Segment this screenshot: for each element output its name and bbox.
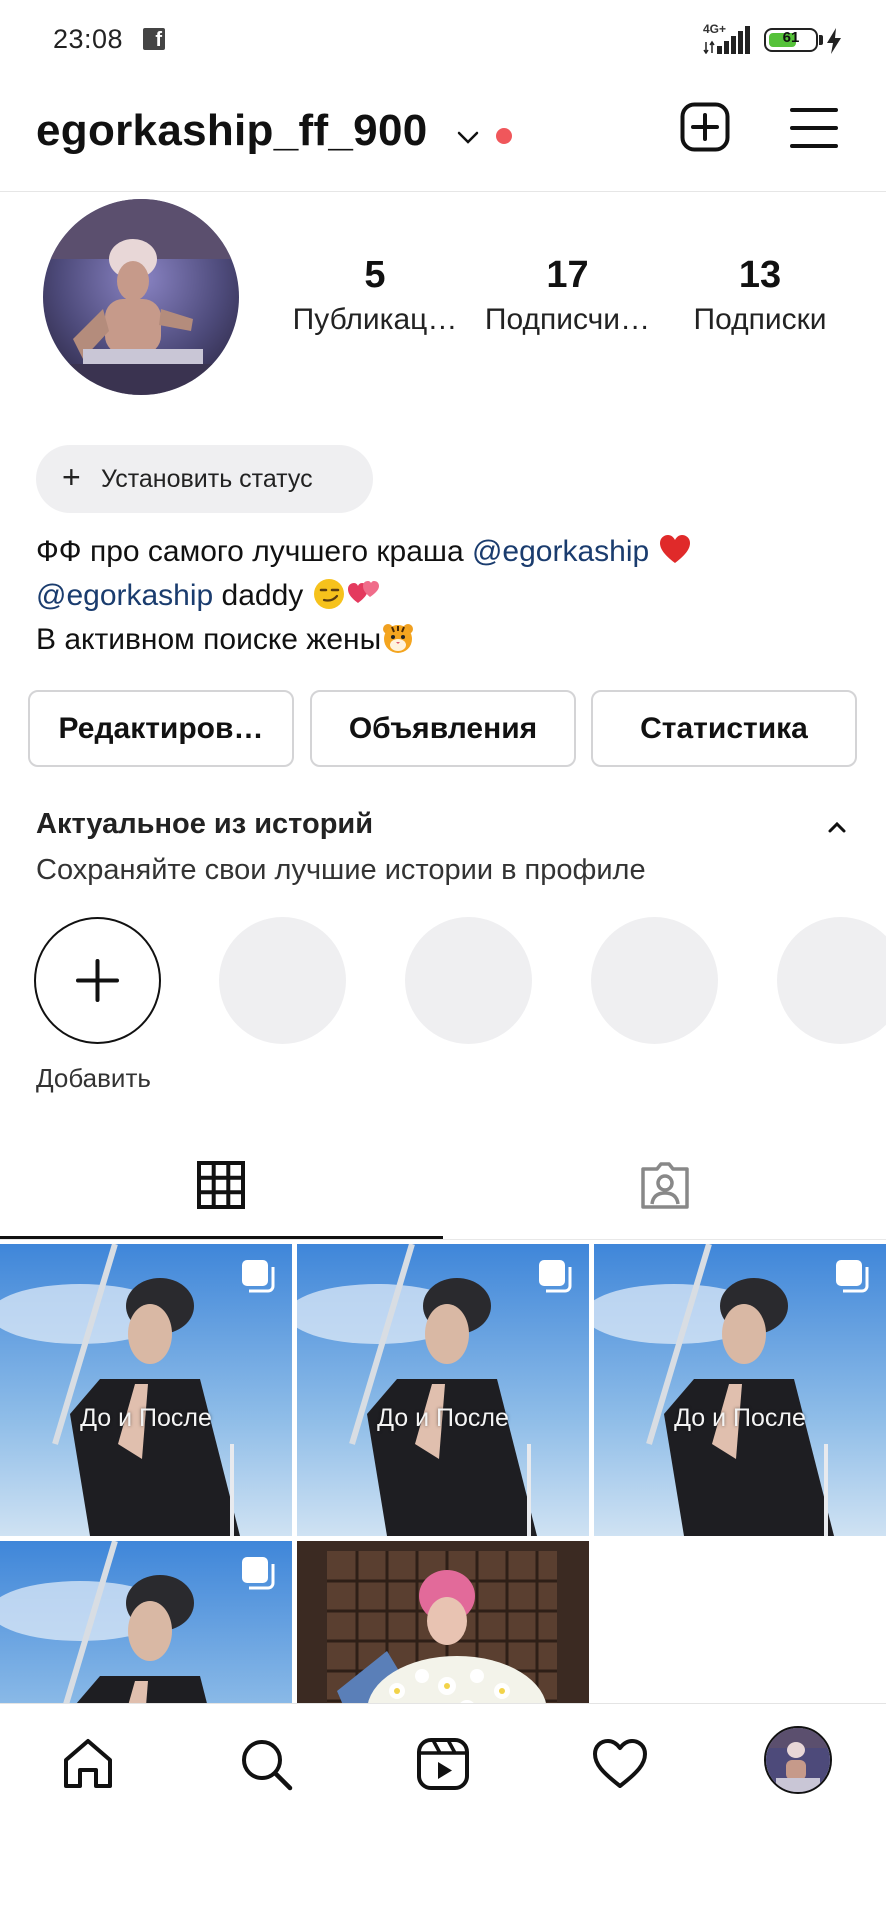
post-thumbnail[interactable]: До и После [0, 1244, 292, 1536]
battery-icon: 61 [764, 28, 818, 52]
add-highlight-button[interactable] [34, 917, 161, 1044]
charging-icon [827, 28, 841, 54]
followers-count-value: 17 [546, 254, 589, 296]
plus-icon: + [62, 459, 81, 495]
plus-icon [76, 959, 119, 1002]
highlight-placeholder [591, 917, 718, 1044]
posts-count-value: 5 [364, 254, 386, 296]
followers-count-label: Подписчи… [484, 303, 651, 336]
highlight-placeholder [405, 917, 532, 1044]
carousel-icon [242, 1557, 275, 1590]
menu-icon[interactable] [790, 106, 838, 150]
set-status-button[interactable]: + Установить статус [36, 445, 373, 513]
avatar-image [43, 199, 239, 395]
grid-icon [197, 1161, 245, 1209]
post-caption: До и После [377, 1404, 509, 1432]
following-count-value: 13 [738, 254, 782, 296]
post-caption: До и После [674, 1404, 806, 1432]
avatar-image [766, 1728, 830, 1792]
chevron-up-icon[interactable] [822, 812, 852, 842]
profile-bio: ФФ про самого лучшего краша @egorkaship … [36, 530, 856, 662]
carousel-icon [242, 1260, 275, 1293]
carousel-icon [836, 1260, 869, 1293]
post-caption: До и После [80, 1404, 212, 1432]
highlight-placeholder [777, 917, 886, 1044]
signal-icon [703, 26, 750, 54]
red-heart-emoji-icon [659, 535, 690, 563]
facebook-icon: f [143, 28, 165, 50]
tiger-emoji-icon [383, 624, 414, 653]
post-thumbnail[interactable]: До и После [594, 1244, 886, 1536]
battery-level: 61 [782, 29, 800, 46]
bio-mention[interactable]: @egorkaship [472, 535, 649, 568]
set-status-label: Установить статус [101, 465, 313, 493]
battery-cap [819, 35, 823, 45]
search-icon[interactable] [236, 1734, 296, 1794]
profile-avatar[interactable] [764, 1726, 832, 1794]
highlights-title: Актуальное из историй [36, 808, 374, 840]
insights-button[interactable]: Статистика [591, 690, 857, 767]
heart-icon[interactable] [590, 1734, 650, 1794]
tagged-icon [641, 1162, 689, 1209]
reels-icon[interactable] [413, 1734, 473, 1794]
tab-grid[interactable] [0, 1145, 443, 1240]
status-bar: 23:08 f 4G+ 61 [0, 0, 886, 80]
home-icon[interactable] [58, 1734, 118, 1794]
profile-header: egorkaship_ff_900 [0, 80, 886, 192]
profile-avatar[interactable] [43, 199, 239, 395]
notification-dot [496, 128, 512, 144]
bio-line-3: В активном поиске жены [36, 623, 382, 656]
following-count[interactable]: 13 Подписки [680, 254, 840, 337]
tab-divider [0, 1239, 886, 1240]
edit-profile-button[interactable]: Редактиров… [28, 690, 294, 767]
chevron-down-icon[interactable] [455, 124, 481, 150]
tab-tagged[interactable] [443, 1145, 886, 1240]
new-post-icon[interactable] [680, 102, 730, 152]
followers-count[interactable]: 17 Подписчи… [480, 254, 655, 337]
bio-line-2: daddy [213, 579, 304, 612]
carousel-icon [539, 1260, 572, 1293]
ads-button[interactable]: Объявления [310, 690, 576, 767]
smirk-emoji-icon [313, 579, 344, 609]
post-thumbnail[interactable]: До и После [297, 1244, 589, 1536]
add-highlight-label: Добавить [36, 1063, 151, 1093]
posts-count-label: Публикац… [292, 303, 458, 336]
username[interactable]: egorkaship_ff_900 [36, 106, 428, 156]
hearts-emoji-icon [347, 581, 379, 603]
bio-mention-2[interactable]: @egorkaship [36, 579, 213, 612]
bottom-nav [0, 1703, 886, 1920]
posts-count[interactable]: 5 Публикац… [290, 254, 460, 337]
bio-line-1: ФФ про самого лучшего краша [36, 535, 472, 568]
highlight-placeholder [219, 917, 346, 1044]
highlights-subtitle: Сохраняйте свои лучшие истории в профиле [36, 854, 646, 886]
following-count-label: Подписки [693, 303, 827, 336]
status-time: 23:08 [53, 24, 124, 54]
